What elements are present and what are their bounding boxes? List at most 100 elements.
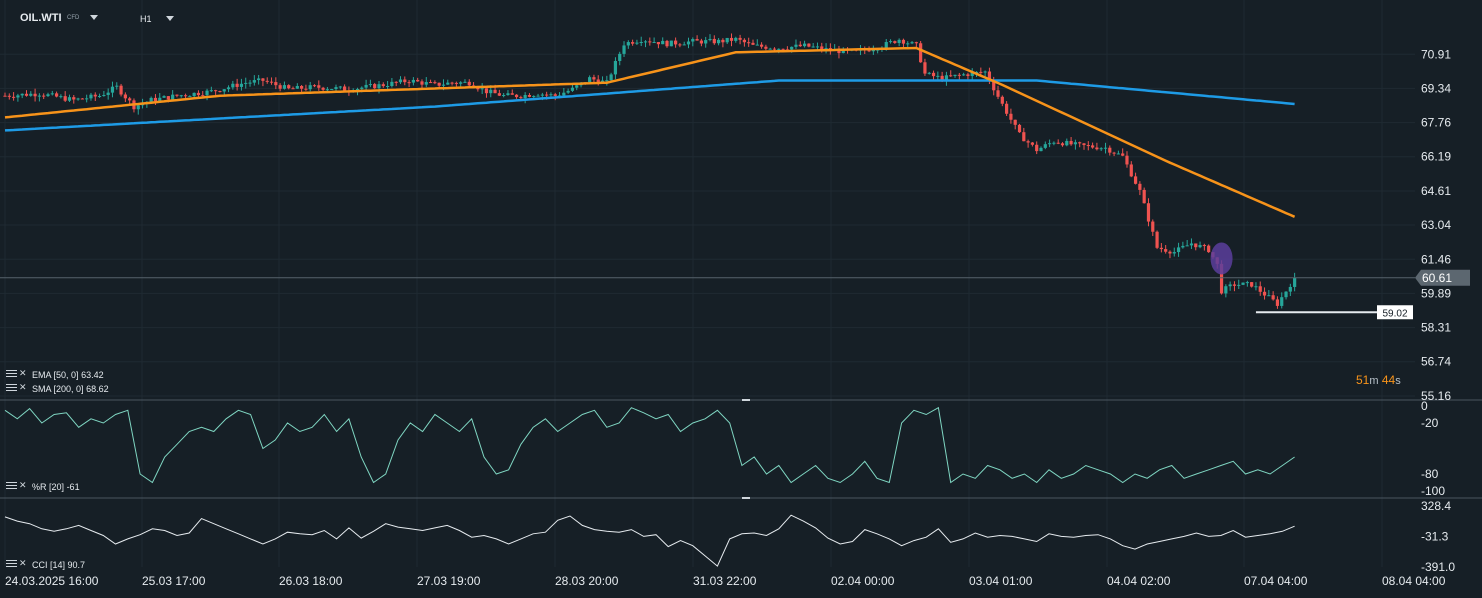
candle-body [888,41,893,43]
candle-body [162,96,166,98]
symbol-dropdown-icon[interactable] [90,15,98,20]
candle-body [884,42,888,48]
candle-body [777,48,781,50]
candle-body [1189,243,1194,246]
time-tick-label: 27.03 19:00 [417,574,481,588]
sma-params: [200, 0] [53,384,84,394]
candle-body [183,95,188,97]
candle-body [815,46,820,48]
candle-body [669,40,673,47]
candle-body [1009,113,1013,120]
candle-body [441,84,446,86]
candle-body [1288,286,1292,292]
candle-body [652,42,656,44]
candle-body [80,98,84,100]
symbol-label[interactable]: OIL.WTI [20,12,62,24]
candle-body [1121,153,1125,156]
remove-indicator-icon[interactable]: ✕ [19,481,27,490]
candle-body [257,78,261,81]
candle-body [506,93,510,96]
candle-body [149,97,153,102]
candle-body [699,40,704,44]
candle-body [1146,203,1151,222]
candle-body [738,37,742,40]
candle-body [605,80,609,82]
candles-group [3,33,1297,309]
candle-body [179,95,183,97]
candle-body [209,90,213,92]
chart-canvas[interactable]: 59.02 60.61 70.91 69.34 67.76 66.19 64.61 63.04… [0,0,1482,598]
candle-body [1017,124,1022,133]
remove-indicator-icon[interactable]: ✕ [19,383,27,392]
candle-body [1168,251,1172,254]
indicator-menu-icon[interactable] [6,560,17,567]
candle-body [962,74,966,76]
candle-body [1095,147,1099,150]
price-tick-label: 66.19 [1421,150,1451,164]
candle-body [1284,291,1288,298]
candle-body [1138,183,1142,190]
candle-body [226,87,231,90]
candle-body [1254,286,1258,288]
candle-body [317,85,321,88]
candle-body [171,94,175,100]
candle-body [459,82,463,84]
timeframe-label[interactable]: H1 [140,14,152,24]
candle-body [244,82,248,84]
candle-body [613,60,618,75]
candle-body [545,94,549,96]
current-price-value: 60.61 [1422,271,1452,285]
candle-body [403,79,407,83]
remove-indicator-icon[interactable]: ✕ [19,369,27,378]
candle-body [1005,103,1009,114]
candle-body [1181,245,1185,248]
candle-body [893,41,897,43]
candle-body [97,95,102,97]
candle-body [592,77,596,80]
candle-body [67,97,72,101]
candle-body [1185,245,1189,247]
candle-body [497,93,501,96]
time-tick-label: 07.04 04:00 [1244,574,1308,588]
candle-body [1262,291,1267,296]
candle-body [24,93,29,96]
candle-body [287,85,291,89]
candle-body [304,88,308,90]
timeframe-dropdown-icon[interactable] [166,16,174,21]
cci-params: [14] [50,560,66,570]
ema-label: EMA [32,370,52,380]
candle-body [291,88,295,90]
ema-value: 63.42 [81,370,104,380]
indicator-menu-icon[interactable] [6,384,17,391]
candle-body [128,98,132,101]
candle-body [691,39,695,42]
candle-body [1073,142,1077,145]
candle-body [1224,286,1228,294]
candle-body [373,84,377,89]
candle-body [89,94,93,99]
candle-body [1090,145,1095,148]
candle-body [626,42,630,46]
candle-body [450,82,454,84]
candle-body [235,83,239,87]
ema-legend: EMA [50, 0] 63.42 [32,370,104,380]
candle-body [20,93,24,96]
time-tick-label: 02.04 00:00 [831,574,895,588]
candle-body [1129,164,1133,177]
time-tick-label: 31.03 22:00 [693,574,757,588]
candle-body [29,93,33,96]
candle-body [648,41,652,43]
candle-body [1065,140,1069,146]
candle-body [437,82,441,86]
wr-tick-label: -20 [1421,416,1439,430]
indicator-menu-icon[interactable] [6,370,17,377]
candle-body [343,86,347,91]
candle-body [682,44,686,46]
price-tick-label: 56.74 [1421,355,1451,369]
remove-indicator-icon[interactable]: ✕ [19,559,27,568]
candle-body [957,74,961,76]
symbol-suffix: CFD [67,15,80,21]
candle-body [1159,247,1163,250]
indicator-menu-icon[interactable] [6,482,17,489]
candle-body [1000,96,1004,104]
